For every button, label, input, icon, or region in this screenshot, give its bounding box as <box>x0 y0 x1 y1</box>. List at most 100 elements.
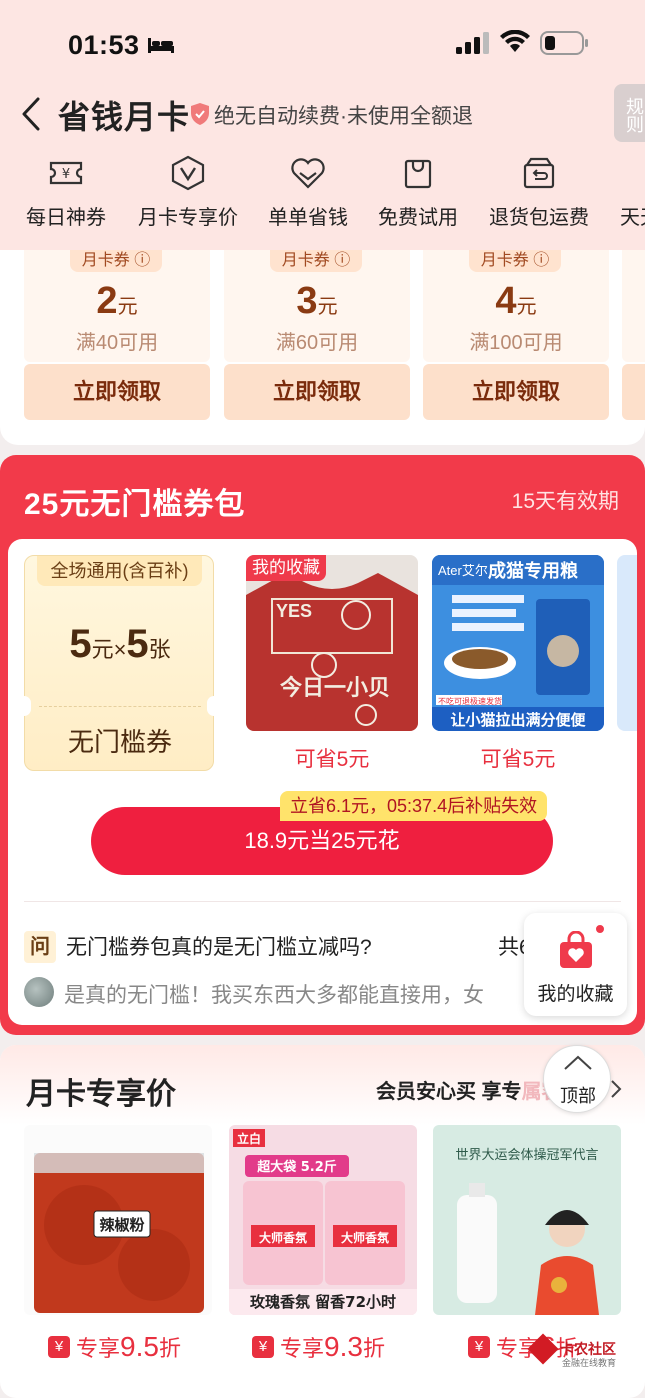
pack-title: 25元无门槛券包 <box>24 488 246 521</box>
ticket-footer: 无门槛券 <box>67 727 172 757</box>
claim-button[interactable]: 立即领取 <box>224 364 410 420</box>
svg-text:Ater艾尔: Ater艾尔 <box>438 563 488 578</box>
heart-envelope-icon <box>291 158 325 189</box>
save-amount: 可省5元 <box>480 748 556 771</box>
svg-text:今日一小贝: 今日一小贝 <box>280 675 390 701</box>
category-free-trial[interactable]: 免费试用 <box>376 155 460 230</box>
catfood-image: Ater艾尔 成猫专用粮 不吃可退 极速发货 让小猫拉出满分便便 <box>432 555 604 731</box>
svg-text:YES: YES <box>276 601 312 621</box>
battery-icon <box>540 31 588 55</box>
svg-text:成猫专用粮: 成猫专用粮 <box>488 560 578 582</box>
favorite-tag: 我的收藏 <box>246 555 326 581</box>
svg-text:¥: ¥ <box>62 167 70 182</box>
yen-icon: ¥ <box>48 1336 70 1358</box>
claim-button[interactable]: 立即领取 <box>423 364 609 420</box>
coupon-tag: 月卡券 ⓘ <box>469 250 561 272</box>
svg-text:玫瑰香氛 留香72小时: 玫瑰香氛 留香72小时 <box>250 1293 396 1311</box>
category-daily-coupon[interactable]: ¥ 每日神券 <box>24 155 108 230</box>
product-card-detergent[interactable]: 立白 超大袋 5.2斤 大师香氛 大师香氛 玫瑰香氛 留香72小时 <box>229 1125 417 1315</box>
category-label: 单单省钱 <box>268 207 348 229</box>
voucher-ticket: 全场通用(含百补) 5元×5张 无门槛券 <box>17 555 221 771</box>
back-to-top-button[interactable]: 顶部 <box>543 1045 611 1113</box>
category-member-price[interactable]: 月卡专享价 <box>136 155 240 230</box>
status-bar: 01:53 <box>0 0 645 88</box>
chili-powder-image: 辣椒粉 <box>24 1125 212 1315</box>
bag-icon <box>404 159 432 189</box>
category-label: 天天 <box>620 207 645 229</box>
shield-icon <box>191 103 209 125</box>
category-return-shipping[interactable]: 退货包运费 <box>487 155 591 230</box>
coupon-tag: 月卡券 ⓘ <box>270 250 362 272</box>
svg-text:辣椒粉: 辣椒粉 <box>99 1216 144 1234</box>
tshirt-image: YES 今日一小贝 <box>246 555 418 731</box>
cellular-signal-icon <box>456 32 489 54</box>
status-time: 01:53 <box>68 30 140 60</box>
back-arrow-icon[interactable] <box>20 96 42 132</box>
coupon-card-partial <box>622 250 645 420</box>
guarantee-text: 绝无自动续费·未使用全额退 <box>214 105 473 128</box>
svg-text:不吃可退: 不吃可退 <box>438 696 470 706</box>
coupon-condition: 满60可用 <box>275 332 359 354</box>
sleep-mode-icon <box>148 38 174 53</box>
svg-text:世界大运会体操冠军代言: 世界大运会体操冠军代言 <box>455 1147 598 1163</box>
product-card-shampoo[interactable]: 世界大运会体操冠军代言 <box>433 1125 621 1315</box>
shopping-bag-heart-icon <box>560 931 592 968</box>
watermark: 卡农社区 金融在线教育 <box>527 1333 616 1372</box>
coupon-amount: 2元 <box>96 280 138 322</box>
coupon-condition: 满100可用 <box>469 332 563 354</box>
coupon-card: 月卡券 ⓘ 3元 满60可用 立即领取 <box>224 250 410 420</box>
question-text[interactable]: 无门槛券包真的是无门槛立减吗? <box>66 931 372 961</box>
category-label: 退货包运费 <box>489 207 589 229</box>
coupon-card: 月卡券 ⓘ 4元 满100可用 立即领取 <box>423 250 609 420</box>
back-to-top-label: 顶部 <box>560 1086 596 1106</box>
price-tag: ¥ 专享9.5折 <box>48 1331 181 1362</box>
svg-text:大师香氛: 大师香氛 <box>341 1230 389 1245</box>
answer-text: 是真的无门槛！我买东西大多都能直接用，女 <box>64 984 484 1007</box>
yen-icon: ¥ <box>468 1336 490 1358</box>
subsidy-badge: 立省6.1元，05:37.4后补贴失效 <box>280 791 548 821</box>
notification-dot <box>594 923 606 935</box>
category-label: 月卡专享价 <box>138 207 238 229</box>
ticket-tag: 全场通用(含百补) <box>37 556 202 586</box>
v-badge-icon <box>171 155 205 191</box>
svg-text:极速发货: 极速发货 <box>470 696 502 706</box>
svg-text:大师香氛: 大师香氛 <box>259 1230 307 1245</box>
coupon-condition: 满40可用 <box>75 332 159 354</box>
ticket-amount: 5元×5张 <box>69 622 171 666</box>
claim-button[interactable]: 立即领取 <box>24 364 210 420</box>
category-label: 每日神券 <box>26 207 106 229</box>
pack-validity: 15天有效期 <box>511 490 619 513</box>
coupon-amount: 3元 <box>296 280 338 322</box>
svg-text:超大袋 5.2斤: 超大袋 5.2斤 <box>257 1159 337 1175</box>
coupon-tag: 月卡券 ⓘ <box>70 250 162 272</box>
watermark-logo-icon <box>527 1333 559 1365</box>
product-card-chili[interactable]: 辣椒粉 <box>24 1125 212 1315</box>
favorites-float-button[interactable]: 我的收藏 <box>524 913 627 1016</box>
avatar <box>24 977 54 1007</box>
nav-bar: 省钱月卡 绝无自动续费·未使用全额退 规则 <box>0 84 645 143</box>
favorites-label: 我的收藏 <box>537 984 614 1005</box>
coupon-amount: 4元 <box>495 280 537 322</box>
category-bar: ¥ 每日神券 月卡专享价 单单省钱 免费试用 退货包运费 天天 <box>0 155 645 235</box>
yen-icon: ¥ <box>252 1336 274 1358</box>
category-label: 免费试用 <box>378 207 458 229</box>
wifi-icon <box>500 30 530 52</box>
question-icon: 问 <box>24 931 56 963</box>
category-more[interactable]: 天天 <box>620 155 645 230</box>
chevron-up-icon <box>564 1055 592 1070</box>
category-save-each[interactable]: 单单省钱 <box>266 155 350 230</box>
shampoo-image: 世界大运会体操冠军代言 <box>433 1125 621 1315</box>
return-box-icon <box>523 157 555 189</box>
page-title: 省钱月卡 <box>58 99 191 135</box>
product-card-tshirt[interactable]: YES 今日一小贝 我的收藏 <box>246 555 418 731</box>
price-tag: ¥ 专享9.3折 <box>252 1331 385 1362</box>
product-card-catfood[interactable]: Ater艾尔 成猫专用粮 不吃可退 极速发货 让小猫拉出满分便便 <box>432 555 604 731</box>
coupon-card: 月卡券 ⓘ 2元 满40可用 立即领取 <box>24 250 210 420</box>
product-card-partial[interactable] <box>617 555 637 731</box>
rules-button[interactable]: 规则 <box>614 84 645 142</box>
detergent-image: 立白 超大袋 5.2斤 大师香氛 大师香氛 玫瑰香氛 留香72小时 <box>229 1125 417 1315</box>
coupon-strip: 月卡券 ⓘ 2元 满40可用 立即领取 月卡券 ⓘ 3元 满60可用 立即领取 … <box>0 250 645 445</box>
svg-text:立白: 立白 <box>237 1131 261 1146</box>
svg-text:让小猫拉出满分便便: 让小猫拉出满分便便 <box>450 711 586 729</box>
save-amount: 可省5元 <box>294 748 370 771</box>
